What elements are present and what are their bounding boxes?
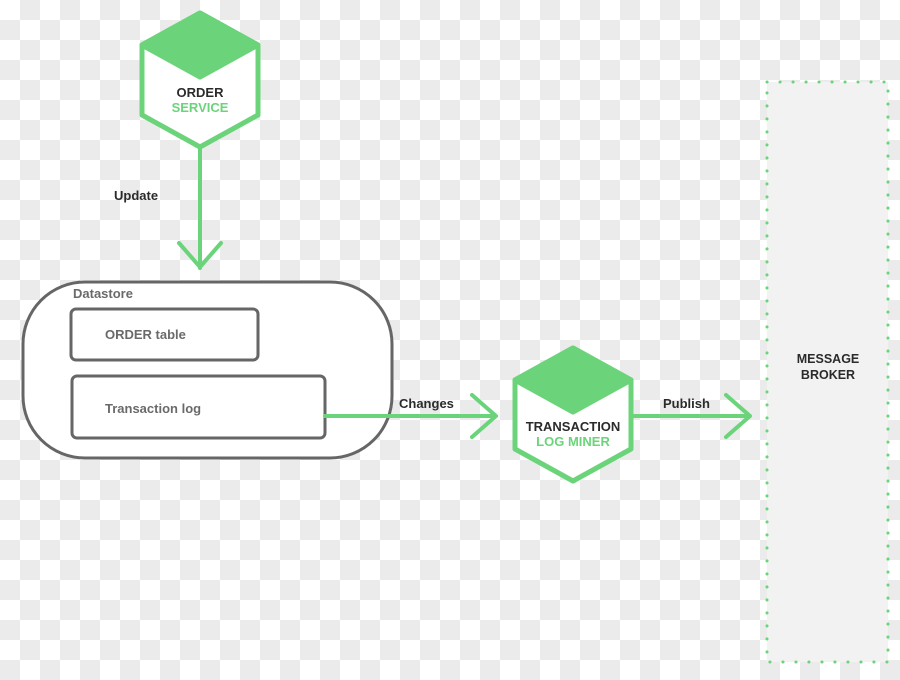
update-label: Update (114, 188, 159, 203)
order-service-label-line1: ORDER (176, 85, 224, 100)
broker-label-line2: BROKER (800, 368, 856, 382)
transaction-log-label: Transaction log (105, 401, 202, 416)
order-table-label: ORDER table (105, 327, 186, 342)
miner-label-line1: TRANSACTION (525, 419, 621, 434)
datastore-title: Datastore (73, 286, 133, 301)
publish-label: Publish (663, 396, 710, 411)
miner-label-line2: LOG MINER (536, 434, 610, 449)
order-service-label-line2: SERVICE (171, 100, 229, 115)
transaction-log-miner-hexagon (512, 345, 634, 484)
update-arrow (177, 145, 223, 270)
changes-label: Changes (399, 396, 454, 411)
broker-label-line1: MESSAGE (796, 352, 860, 366)
order-service-hexagon (139, 10, 261, 150)
